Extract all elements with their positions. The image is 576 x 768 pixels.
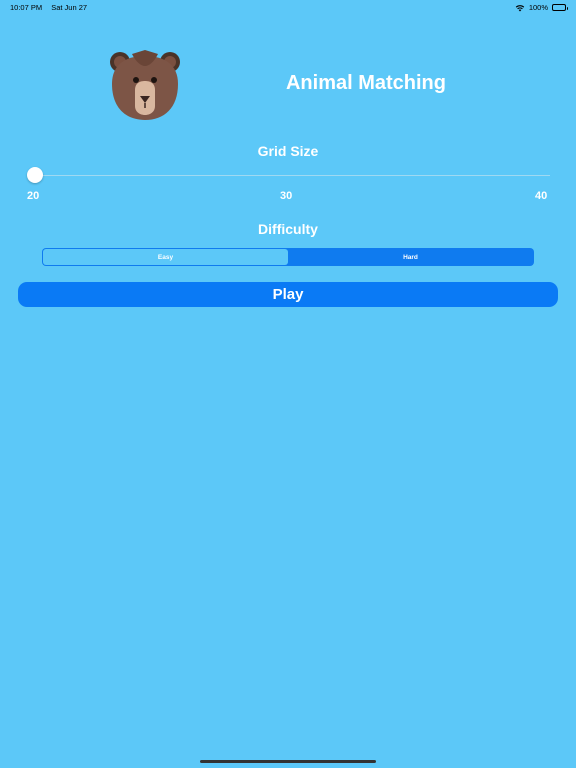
wifi-icon: [515, 4, 525, 12]
slider-mid-label: 30: [280, 190, 293, 202]
status-time: 10:07 PM: [10, 3, 43, 12]
grid-size-label: Grid Size: [257, 143, 319, 159]
slider-track[interactable]: [34, 175, 550, 176]
home-indicator[interactable]: [200, 760, 376, 763]
battery-percentage: 100%: [528, 3, 548, 12]
segment-hard[interactable]: Hard: [288, 249, 533, 265]
slider-thumb[interactable]: [27, 167, 43, 183]
status-right: 100%: [515, 3, 568, 12]
slider-min-label: 20: [27, 190, 40, 202]
status-bar: 10:07 PM Sat Jun 27 100%: [0, 0, 576, 14]
app-title: Animal Matching: [285, 72, 446, 94]
status-date: Sat Jun 27: [51, 3, 88, 12]
difficulty-label: Difficulty: [258, 221, 318, 237]
slider-max-label: 40: [535, 190, 548, 202]
play-button[interactable]: Play: [18, 282, 558, 307]
status-left: 10:07 PM Sat Jun 27: [10, 3, 94, 12]
bear-face-icon: [108, 50, 182, 122]
battery-icon: [552, 4, 568, 11]
segment-easy[interactable]: Easy: [43, 249, 288, 265]
difficulty-segmented-control[interactable]: Easy Hard: [42, 248, 534, 266]
grid-size-slider[interactable]: [26, 166, 550, 184]
